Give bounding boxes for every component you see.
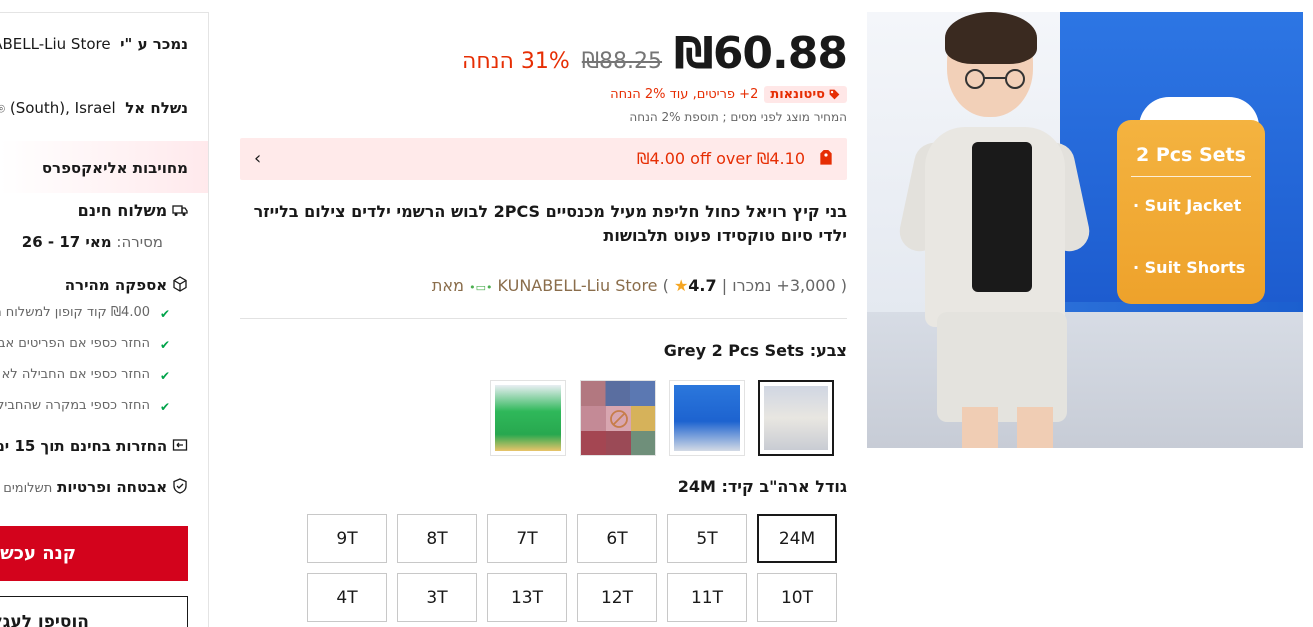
ship-to-row[interactable]: נשלח אל ⌾ (South), Israel: [0, 99, 188, 117]
color-swatch-blue[interactable]: [669, 380, 745, 456]
unavailable-icon: [610, 410, 628, 428]
security-row: אבטחה ופרטיות תשלומים בטוחים: [0, 478, 188, 496]
tag-icon: [829, 89, 840, 100]
size-option-13t[interactable]: 13T: [487, 573, 567, 622]
suit-shorts: [937, 312, 1067, 422]
leg-right: [1017, 407, 1053, 448]
product-title: בני קיץ רויאל כחול חליפת מעיל מכנסיים 2P…: [253, 202, 847, 245]
info-card-title: 2 Pcs Sets: [1136, 144, 1246, 166]
add-to-cart-button[interactable]: הוסיפו לעגלה: [0, 596, 188, 627]
commitment-title: מחויבות אליאקספרס: [41, 159, 188, 177]
box-icon: [173, 276, 187, 292]
fast-delivery-label: אספקה מהירה: [64, 276, 168, 294]
sold-by-label: נמכר ע "י: [120, 35, 188, 53]
returns-label: החזרות בחינם תוך 15 ימים: [0, 437, 168, 455]
coupon-text: ₪4.00 off over ₪4.10: [636, 149, 805, 168]
sold-by-row: נמכר ע "י KUNABELL-Liu Store: [0, 35, 188, 53]
store-close-paren: ): [662, 276, 669, 295]
size-option-9t[interactable]: 9T: [307, 514, 387, 563]
star-icon: ★: [673, 276, 689, 295]
wholesale-offer: 2+ פריטים, עוד 2% הנחה: [610, 87, 759, 102]
guarantee-damaged: החזר כספי במקרה שהחבילה הגיעה פגומה: [0, 398, 150, 413]
fast-delivery-row: אספקה מהירה: [65, 276, 188, 294]
store-rating: 4.7: [688, 276, 717, 295]
location-pin-icon: ⌾: [0, 102, 5, 117]
coupon-tag-icon: [820, 150, 832, 165]
free-shipping-row: משלוח חינם: [78, 201, 188, 220]
size-selected-value: 24M: [677, 477, 716, 496]
buy-now-button[interactable]: קנה עכשיו: [0, 526, 188, 581]
check-icon: ✔: [159, 307, 170, 321]
chevron-left-icon[interactable]: ‹: [254, 148, 261, 169]
delivery-dates: מאי 17 - 26: [21, 233, 112, 251]
delivery-label: מסירה:: [116, 233, 163, 251]
color-label: צבע: Grey 2 Pcs Sets: [664, 341, 847, 360]
leg-left: [962, 407, 998, 448]
store-name-link[interactable]: KUNABELL-Liu Store: [498, 276, 658, 295]
size-option-12t[interactable]: 12T: [577, 573, 657, 622]
free-shipping-label: משלוח חינם: [77, 201, 168, 220]
discount-percent: 31% הנחה: [461, 49, 570, 74]
info-card-divider: [1131, 176, 1251, 177]
check-icon: ✔: [159, 338, 170, 352]
security-sub: תשלומים בטוחים: [0, 481, 53, 496]
sold-count: 3,000+ נמכרו: [732, 276, 836, 295]
check-icon: ✔: [159, 369, 170, 383]
size-option-8t[interactable]: 8T: [397, 514, 477, 563]
size-label: גודל ארה"ב קיד: 24M: [678, 477, 847, 496]
size-option-7t[interactable]: 7T: [487, 514, 567, 563]
guarantee-coupon: ₪4.00 קוד קופון למשלוח מאוחר: [0, 305, 150, 320]
glasses-icon: [965, 69, 1025, 89]
truck-icon: [172, 205, 188, 216]
size-option-10t[interactable]: 10T: [757, 573, 837, 622]
tax-note: המחיר מוצג לפני מסים ; תוספת 2% הנחה: [629, 110, 847, 124]
size-option-11t[interactable]: 11T: [667, 573, 747, 622]
returns-row: החזרות בחינם תוך 15 ימים: [0, 437, 188, 455]
wholesale-row: סיטונאות 2+ פריטים, עוד 2% הנחה: [610, 86, 847, 103]
sold-by-store[interactable]: KUNABELL-Liu Store: [0, 35, 111, 53]
image-info-card: 2 Pcs Sets · Suit Jacket · Suit Shorts: [1117, 120, 1265, 304]
color-label-text: צבע:: [809, 341, 847, 360]
store-open-paren: (: [840, 276, 847, 295]
check-icon: ✔: [159, 400, 170, 414]
black-shirt: [972, 142, 1032, 292]
current-price: ₪60.88: [674, 28, 848, 79]
ship-to-location: (South), Israel: [9, 99, 116, 117]
return-box-icon: [172, 439, 188, 451]
color-swatch-grey[interactable]: [758, 380, 834, 456]
image-floor: [867, 312, 1303, 448]
delivery-row: מסירה: מאי 17 - 26: [22, 233, 163, 251]
size-label-text: גודל ארה"ב קיד:: [721, 477, 847, 496]
price-block: ₪60.88 ₪88.25 31% הנחה: [461, 28, 848, 79]
size-option-3t[interactable]: 3T: [397, 573, 477, 622]
store-prefix: מאת: [431, 276, 464, 295]
info-card-line-shorts: · Suit Shorts: [1133, 258, 1246, 277]
size-option-5t[interactable]: 5T: [667, 514, 747, 563]
store-badge-icon: •▭•: [469, 281, 493, 294]
section-divider: [240, 318, 847, 319]
purchase-panel: נמכר ע "י KUNABELL-Liu Store נשלח אל ⌾ (…: [0, 12, 209, 627]
coupon-bar[interactable]: ₪4.00 off over ₪4.10 ‹: [240, 138, 847, 180]
size-option-24m[interactable]: 24M: [757, 514, 837, 563]
security-label: אבטחה ופרטיות: [57, 478, 168, 496]
color-swatch-unavailable[interactable]: [580, 380, 656, 456]
ship-to-label: נשלח אל: [125, 99, 188, 117]
shield-icon: [173, 478, 187, 494]
size-option-4t[interactable]: 4T: [307, 573, 387, 622]
color-swatch-green[interactable]: [490, 380, 566, 456]
wholesale-badge-label: סיטונאות: [770, 87, 825, 102]
color-selected-value: Grey 2 Pcs Sets: [663, 341, 805, 360]
original-price: ₪88.25: [581, 49, 663, 74]
store-separator: |: [721, 276, 728, 295]
size-option-6t[interactable]: 6T: [577, 514, 657, 563]
child-hair: [945, 12, 1037, 64]
store-line: ( 3,000+ נמכרו | 4.7★ ) KUNABELL-Liu Sto…: [240, 276, 847, 295]
guarantee-not-arrived: החזר כספי אם החבילה לא הגיעה: [0, 367, 150, 382]
info-card-line-jacket: · Suit Jacket: [1133, 196, 1242, 215]
product-main-image[interactable]: 2 Pcs Sets · Suit Jacket · Suit Shorts: [867, 12, 1303, 448]
wholesale-badge: סיטונאות: [764, 86, 847, 103]
guarantee-lost: החזר כספי אם הפריטים אבדו: [0, 336, 150, 351]
